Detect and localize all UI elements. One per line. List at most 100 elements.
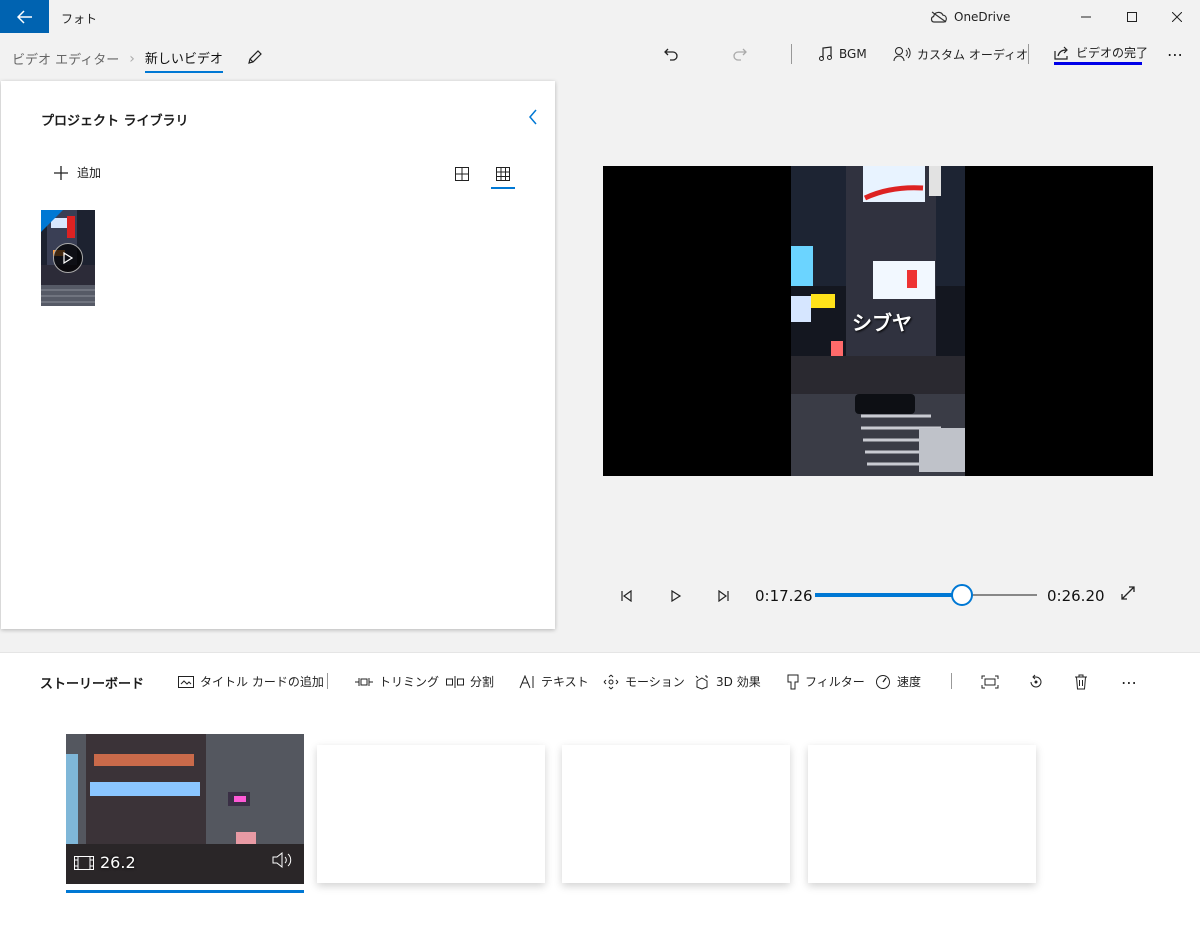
trim-label: トリミング — [379, 675, 440, 689]
play-overlay-button[interactable] — [53, 243, 83, 273]
resize-icon — [981, 675, 999, 689]
minimize-icon — [1081, 16, 1091, 18]
library-video-thumbnail[interactable] — [41, 210, 95, 306]
library-title: プロジェクト ライブラリ — [41, 114, 189, 129]
onedrive-status[interactable]: OneDrive — [930, 10, 1010, 24]
music-note-icon — [819, 46, 832, 61]
text-button[interactable]: テキスト — [519, 673, 589, 690]
more-icon: ⋯ — [1121, 672, 1137, 692]
large-grid-view-button[interactable] — [452, 165, 472, 183]
back-arrow-icon — [16, 9, 32, 24]
trim-button[interactable]: トリミング — [355, 673, 439, 690]
more-icon: ⋯ — [1167, 44, 1184, 64]
project-library-panel: プロジェクト ライブラリ 追加 — [1, 81, 555, 629]
active-view-indicator — [491, 187, 515, 189]
finish-video-button[interactable]: ビデオの完了 — [1054, 44, 1148, 61]
split-icon — [446, 675, 464, 688]
seek-slider-thumb[interactable] — [951, 584, 973, 606]
motion-button[interactable]: モーション — [603, 673, 685, 690]
redo-button[interactable] — [732, 40, 748, 68]
clip-duration: 26.2 — [74, 853, 136, 872]
toolbar-separator — [327, 673, 328, 689]
small-grid-view-button[interactable] — [493, 165, 513, 183]
selected-clip-indicator — [66, 890, 304, 893]
clip-volume-button[interactable] — [272, 851, 294, 872]
speaker-icon — [272, 851, 292, 869]
custom-audio-button[interactable]: カスタム オーディオ — [893, 40, 1028, 68]
pencil-icon — [248, 49, 262, 64]
more-options-button[interactable]: ⋯ — [1167, 40, 1184, 68]
redo-icon — [733, 48, 747, 61]
rotate-button[interactable] — [1025, 671, 1047, 693]
rename-button[interactable] — [247, 49, 263, 69]
speed-button[interactable]: 速度 — [875, 673, 921, 690]
cloud-offline-icon — [930, 11, 947, 23]
step-forward-icon — [718, 590, 729, 602]
add-media-button[interactable]: 追加 — [53, 164, 101, 181]
chevron-left-icon — [529, 109, 537, 125]
play-icon — [63, 252, 73, 264]
empty-storyboard-slot — [562, 745, 790, 883]
breadcrumb-current: 新しいビデオ — [144, 48, 223, 73]
storyboard-panel: ストーリーボード タイトル カードの追加 トリミング 分割 テキスト モーション… — [0, 652, 1200, 933]
toolbar-separator — [791, 40, 792, 68]
undo-button[interactable] — [663, 40, 679, 68]
filter-label: フィルター — [805, 675, 865, 689]
3d-effects-button[interactable]: 3D 効果 — [694, 673, 761, 690]
text-label: テキスト — [541, 675, 589, 689]
breadcrumb-root[interactable]: ビデオ エディター — [12, 49, 119, 68]
filter-icon — [787, 674, 799, 689]
filter-button[interactable]: フィルター — [787, 673, 865, 690]
collapse-library-button[interactable] — [527, 108, 539, 129]
storyboard-clip[interactable]: 26.2 — [66, 734, 304, 884]
previous-frame-button[interactable] — [617, 587, 637, 605]
title-card-icon — [178, 675, 194, 688]
maximize-icon — [1127, 12, 1137, 22]
bgm-button[interactable]: BGM — [819, 40, 867, 68]
split-button[interactable]: 分割 — [446, 673, 494, 690]
current-time: 0:17.26 — [755, 587, 813, 605]
finish-video-label: ビデオの完了 — [1076, 46, 1149, 60]
storyboard-more-button[interactable]: ⋯ — [1118, 671, 1140, 693]
finish-underline — [1054, 62, 1142, 65]
expand-icon — [1121, 586, 1135, 600]
step-back-icon — [621, 590, 632, 602]
film-icon — [74, 855, 94, 870]
custom-audio-label: カスタム オーディオ — [917, 47, 1028, 62]
empty-storyboard-slot — [808, 745, 1036, 883]
trim-icon — [355, 677, 373, 686]
clip-duration-value: 26.2 — [100, 853, 136, 872]
delete-button[interactable] — [1070, 671, 1092, 693]
play-icon — [671, 590, 682, 602]
close-button[interactable] — [1154, 0, 1200, 34]
empty-storyboard-slot — [317, 745, 545, 883]
resize-button[interactable] — [979, 671, 1001, 693]
breadcrumb: ビデオ エディター › 新しいビデオ — [12, 44, 263, 73]
3d-effects-icon — [695, 674, 708, 690]
person-audio-icon — [893, 47, 911, 62]
toolbar-separator — [1028, 40, 1029, 68]
onedrive-label: OneDrive — [954, 10, 1011, 24]
3d-effects-label: 3D 効果 — [716, 675, 761, 689]
back-button[interactable] — [0, 0, 49, 33]
minimize-button[interactable] — [1063, 0, 1109, 34]
title-bar: フォト OneDrive — [0, 0, 1200, 34]
trash-icon — [1075, 674, 1087, 690]
next-frame-button[interactable] — [713, 587, 733, 605]
undo-icon — [664, 48, 678, 61]
add-title-card-button[interactable]: タイトル カードの追加 — [178, 673, 324, 690]
split-label: 分割 — [470, 675, 495, 689]
add-title-card-label: タイトル カードの追加 — [200, 675, 324, 689]
fullscreen-button[interactable] — [1120, 585, 1136, 604]
toolbar-separator — [951, 673, 952, 689]
motion-icon — [603, 674, 619, 689]
rotate-icon — [1030, 674, 1042, 688]
total-time: 0:26.20 — [1047, 587, 1105, 605]
bgm-label: BGM — [839, 47, 867, 61]
chevron-right-icon: › — [129, 50, 135, 67]
seek-slider-progress — [815, 593, 962, 597]
play-button[interactable] — [666, 587, 686, 605]
grid-small-icon — [496, 167, 510, 181]
maximize-button[interactable] — [1109, 0, 1155, 34]
share-icon — [1054, 46, 1068, 60]
